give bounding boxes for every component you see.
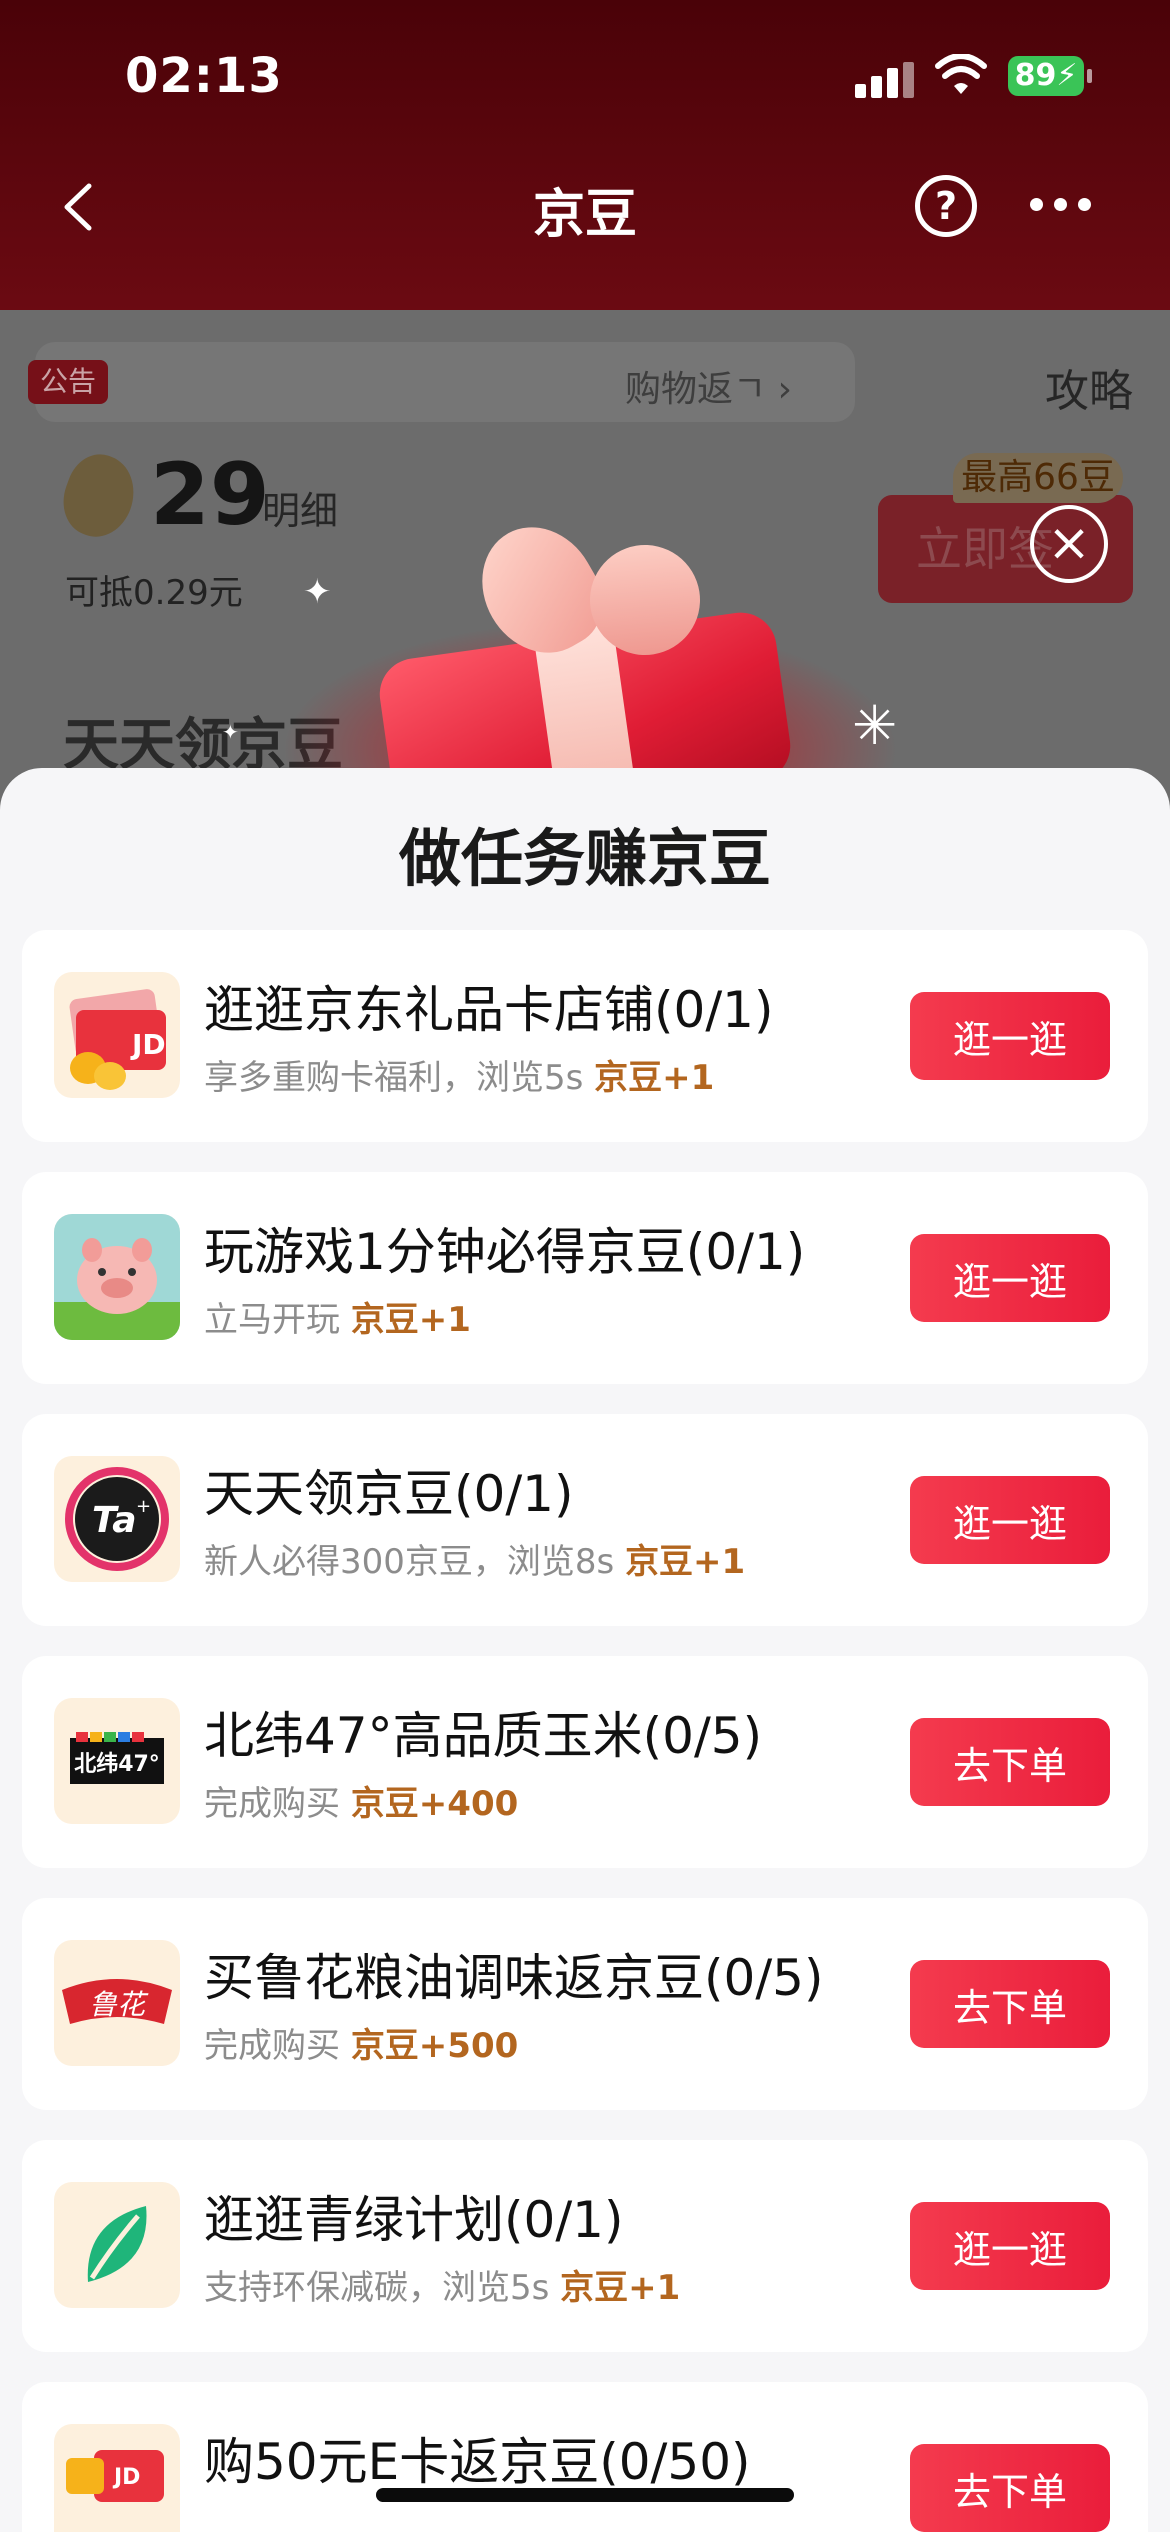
task-action-button[interactable]: 去下单 — [910, 1718, 1110, 1806]
task-reward: 京豆+1 — [560, 2268, 681, 2308]
task-reward: 京豆+500 — [350, 2026, 519, 2066]
sheet-title: 做任务赚京豆 — [398, 822, 771, 895]
task-desc-text: 享多重购卡福利，浏览5s — [204, 1058, 584, 1098]
task-item: 北纬47° 北纬47°高品质玉米(0/5) 完成购买 京豆+400 去下单 — [22, 1656, 1148, 1868]
task-item: JD 购50元E卡返京豆(0/50) 去下单 — [22, 2382, 1148, 2532]
task-name: 买鲁花粮油调味返京豆(0/5) — [204, 1949, 824, 2007]
ta-app-icon: Ta + — [54, 1456, 180, 1582]
jd-ecard-icon: JD — [54, 2424, 180, 2532]
task-reward: 京豆+1 — [625, 1542, 746, 1582]
strategy-link: 攻略 — [1045, 366, 1133, 417]
task-sheet: 做任务赚京豆 JD 逛逛京东礼品卡店铺(0/1) 享多重购卡福利，浏览5s 京豆… — [0, 768, 1170, 2532]
task-desc: 立马开玩 京豆+1 — [204, 1292, 471, 1341]
task-name: 逛逛青绿计划(0/1) — [204, 2191, 624, 2249]
notice-text-content: 购物返ㄱ — [625, 369, 767, 410]
page-title: 京豆 — [532, 185, 637, 245]
task-name: 天天领京豆(0/1) — [204, 1465, 574, 1523]
task-action-button[interactable]: 逛一逛 — [910, 2202, 1110, 2290]
task-reward: 京豆+1 — [594, 1058, 715, 1098]
wifi-icon — [935, 54, 987, 94]
task-item: Ta + 天天领京豆(0/1) 新人必得300京豆，浏览8s 京豆+1 逛一逛 — [22, 1414, 1148, 1626]
help-icon[interactable]: ? — [915, 175, 977, 237]
battery-level: 89 — [1014, 58, 1057, 93]
green-leaf-icon — [54, 2182, 180, 2308]
task-name: 购50元E卡返京豆(0/50) — [204, 2433, 751, 2491]
svg-text:JD: JD — [112, 2465, 140, 2490]
svg-text:Ta: Ta — [92, 1500, 137, 1541]
task-desc-text: 立马开玩 — [204, 1300, 340, 1340]
svg-text:JD: JD — [130, 1028, 166, 1061]
battery-icon: 89⚡ — [1008, 56, 1092, 96]
detail-link: 明细 — [262, 489, 339, 533]
max-beans-tag: 最高66豆 — [953, 453, 1123, 503]
sparkle-icon: ✦ — [222, 720, 239, 744]
more-options-icon[interactable] — [1030, 198, 1092, 212]
task-desc: 新人必得300京豆，浏览8s 京豆+1 — [204, 1534, 745, 1583]
task-desc-text: 支持环保减碳，浏览5s — [204, 2268, 550, 2308]
task-name: 逛逛京东礼品卡店铺(0/1) — [204, 981, 774, 1039]
task-item: 鲁花 买鲁花粮油调味返京豆(0/5) 完成购买 京豆+500 去下单 — [22, 1898, 1148, 2110]
task-desc: 享多重购卡福利，浏览5s 京豆+1 — [204, 1050, 714, 1099]
bean-count: 29 — [150, 445, 270, 545]
home-indicator[interactable] — [376, 2488, 794, 2502]
sparkle-icon: ✳ — [852, 694, 898, 757]
task-action-button[interactable]: 逛一逛 — [910, 1476, 1110, 1564]
bean-icon — [53, 445, 145, 547]
task-desc: 完成购买 京豆+500 — [204, 2018, 518, 2067]
nav-bar: 京豆 ? — [0, 160, 1170, 250]
luhua-logo-text: 鲁花 — [89, 1988, 149, 2021]
notice-text: 购物返ㄱ › — [625, 360, 792, 412]
task-item: 玩游戏1分钟必得京豆(0/1) 立马开玩 京豆+1 逛一逛 — [22, 1172, 1148, 1384]
task-action-button[interactable]: 去下单 — [910, 1960, 1110, 2048]
task-desc: 完成购买 京豆+400 — [204, 1776, 518, 1825]
task-name: 玩游戏1分钟必得京豆(0/1) — [204, 1223, 806, 1281]
task-reward: 京豆+1 — [350, 1300, 471, 1340]
status-bar: 02:13 89⚡ — [0, 40, 1170, 120]
cellular-signal-icon — [855, 62, 915, 98]
task-action-button[interactable]: 逛一逛 — [910, 992, 1110, 1080]
status-time: 02:13 — [125, 48, 283, 104]
task-action-button[interactable]: 去下单 — [910, 2444, 1110, 2532]
beiwei47-logo: 北纬47° — [54, 1698, 180, 1824]
task-desc-text: 新人必得300京豆，浏览8s — [204, 1542, 615, 1582]
task-desc-text: 完成购买 — [204, 2026, 340, 2066]
notice-tag: 公告 — [28, 360, 109, 404]
task-item: JD 逛逛京东礼品卡店铺(0/1) 享多重购卡福利，浏览5s 京豆+1 逛一逛 — [22, 930, 1148, 1142]
task-desc: 支持环保减碳，浏览5s 京豆+1 — [204, 2260, 680, 2309]
task-reward: 京豆+400 — [350, 1784, 519, 1824]
pig-game-icon — [54, 1214, 180, 1340]
close-icon[interactable]: × — [1030, 505, 1108, 583]
svg-text:+: + — [136, 1496, 151, 1517]
gift-box-illustration — [370, 506, 810, 833]
task-item: 逛逛青绿计划(0/1) 支持环保减碳，浏览5s 京豆+1 逛一逛 — [22, 2140, 1148, 2352]
task-desc-text: 完成购买 — [204, 1784, 340, 1824]
jd-gift-card-icon: JD — [54, 972, 180, 1098]
sparkle-icon: ✦ — [303, 572, 332, 612]
task-action-button[interactable]: 逛一逛 — [910, 1234, 1110, 1322]
task-name: 北纬47°高品质玉米(0/5) — [204, 1707, 763, 1765]
beiwei47-logo-text: 北纬47° — [74, 1751, 160, 1777]
deduct-text: 可抵0.29元 — [65, 573, 243, 613]
chevron-right-icon: › — [777, 369, 792, 410]
luhua-logo: 鲁花 — [54, 1940, 180, 2066]
header: 02:13 89⚡ 京豆 ? — [0, 0, 1170, 310]
